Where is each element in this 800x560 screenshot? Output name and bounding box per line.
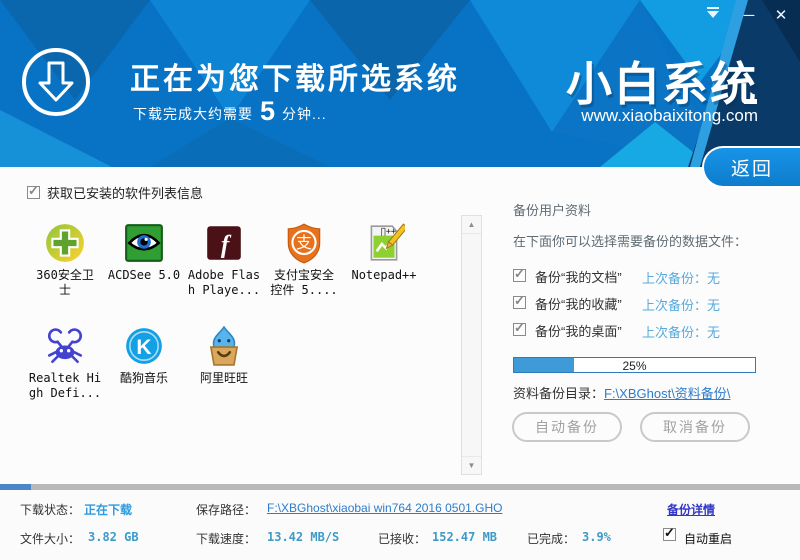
page-title: 正在为您下载所选系统 (130, 63, 460, 96)
software-item[interactable]: 360安全卫 士 (23, 222, 107, 298)
software-item[interactable]: 支 支付宝安全 控件 5.... (262, 222, 346, 298)
software-item[interactable]: K 酷狗音乐 (102, 325, 186, 386)
software-list-checkbox[interactable] (27, 183, 40, 199)
backup-option-label: 备份“我的文档” (535, 270, 622, 285)
backup-panel-title: 备份用户资料 (513, 203, 592, 218)
collapse-window-icon[interactable] (706, 5, 728, 27)
cancel-backup-button[interactable]: 取消备份 (640, 412, 750, 442)
download-status-label: 下载状态： (20, 503, 81, 517)
backup-directory-label: 资料备份目录： (513, 386, 605, 401)
eta-suffix: 分钟... (282, 106, 327, 122)
backup-progress-label: 25% (622, 359, 647, 373)
auto-restart-checkbox[interactable] (663, 525, 676, 541)
software-list-checkbox-label: 获取已安装的软件列表信息 (47, 186, 204, 201)
backup-panel-subtitle: 在下面你可以选择需要备份的数据文件： (513, 234, 748, 249)
download-circle-icon (22, 48, 90, 116)
backup-desktop-checkbox[interactable] (513, 320, 526, 337)
back-button[interactable]: 返回 (702, 146, 800, 188)
backup-documents-checkbox[interactable] (513, 266, 526, 283)
file-size-label: 文件大小： (20, 532, 81, 546)
scrollbar-up-icon[interactable]: ▲ (462, 216, 481, 234)
svg-text:K: K (136, 336, 151, 359)
save-path-label: 保存路径： (196, 503, 257, 517)
software-item-label: Notepad++ (351, 268, 417, 282)
ali-wangwang-icon (203, 325, 245, 367)
status-bar: 下载状态： 正在下载 保存路径： F:\XBGhost\xiaobai win7… (0, 490, 800, 560)
realtek-audio-icon (44, 325, 86, 367)
360-safe-icon (44, 222, 86, 264)
software-item-label: 360安全卫 士 (36, 268, 94, 297)
app-window: ─ ✕ 正在为您下载所选系统 下载完成大约需要 5 分钟... 小白系统 www… (0, 0, 800, 560)
minimize-icon[interactable]: ─ (738, 5, 760, 27)
logo-underscore (744, 99, 757, 104)
scrollbar-down-icon[interactable]: ▼ (462, 456, 481, 474)
software-item[interactable]: ACDSee 5.0 (102, 222, 186, 283)
backup-details-link[interactable]: 备份详情 (667, 501, 715, 518)
received-value: 152.47 MB (432, 530, 498, 544)
kugou-music-icon: K (123, 325, 165, 367)
svg-text:支: 支 (296, 234, 312, 252)
download-speed-value: 13.42 MB/S (267, 530, 340, 544)
download-eta: 下载完成大约需要 5 分钟... (133, 98, 327, 125)
software-item[interactable]: 阿里旺旺 (182, 325, 266, 386)
adobe-flash-icon: f (203, 222, 245, 264)
brand-logo: 小白系统 (566, 58, 758, 110)
brand-website: www.xiaobaixitong.com (581, 106, 758, 125)
received-label: 已接收： (378, 532, 427, 546)
software-list-checkbox-row: 获取已安装的软件列表信息 (27, 183, 203, 202)
completed-label: 已完成： (527, 532, 576, 546)
backup-option-favorites: 备份“我的收藏” 上次备份：无 (513, 293, 773, 313)
software-list-scrollbar[interactable]: ▲ ▼ (461, 215, 482, 475)
backup-favorites-checkbox[interactable] (513, 293, 526, 310)
software-item-label: 支付宝安全 控件 5.... (270, 268, 338, 297)
software-item-label: Realtek Hi gh Defi... (28, 371, 102, 400)
auto-backup-button[interactable]: 自动备份 (512, 412, 622, 442)
eta-minutes: 5 (260, 96, 276, 126)
completed-value: 3.9% (582, 530, 611, 544)
backup-option-label: 备份“我的收藏” (535, 297, 622, 312)
save-path-link[interactable]: F:\XBGhost\xiaobai win764 2016 0501.GHO (267, 501, 502, 515)
backup-progress-bar: 25% (513, 357, 756, 373)
software-item-label: Adobe Flas h Playe... (187, 268, 261, 297)
software-item[interactable]: ∏++ Notepad++ (342, 222, 426, 283)
main-content: 获取已安装的软件列表信息 360安全卫 士 (0, 167, 800, 484)
software-item[interactable]: f Adobe Flas h Playe... (182, 222, 266, 298)
software-item-label: 阿里旺旺 (199, 371, 248, 385)
last-backup-status: 上次备份：无 (642, 325, 721, 340)
file-size-value: 3.82 GB (88, 530, 139, 544)
backup-directory-link[interactable]: F:\XBGhost\资料备份\ (604, 383, 730, 402)
eta-prefix: 下载完成大约需要 (133, 106, 253, 122)
backup-option-label: 备份“我的桌面” (535, 324, 622, 339)
auto-restart-label: 自动重启 (684, 532, 733, 546)
window-controls: ─ ✕ (706, 4, 792, 28)
acdsee-icon (123, 222, 165, 264)
last-backup-status: 上次备份：无 (642, 298, 721, 313)
header: ─ ✕ 正在为您下载所选系统 下载完成大约需要 5 分钟... 小白系统 www… (0, 0, 800, 167)
download-speed-label: 下载速度： (196, 532, 257, 546)
last-backup-status: 上次备份：无 (642, 271, 721, 286)
software-item-label: ACDSee 5.0 (107, 268, 181, 282)
software-item-label: 酷狗音乐 (119, 371, 168, 385)
alipay-shield-icon: 支 (283, 222, 325, 264)
software-item[interactable]: Realtek Hi gh Defi... (23, 325, 107, 401)
notepad-plus-icon: ∏++ (363, 222, 409, 264)
backup-option-documents: 备份“我的文档” 上次备份：无 (513, 266, 773, 286)
svg-text:∏++: ∏++ (381, 226, 396, 236)
close-icon[interactable]: ✕ (770, 5, 792, 27)
backup-option-desktop: 备份“我的桌面” 上次备份：无 (513, 320, 773, 340)
download-status-value: 正在下载 (84, 503, 133, 517)
